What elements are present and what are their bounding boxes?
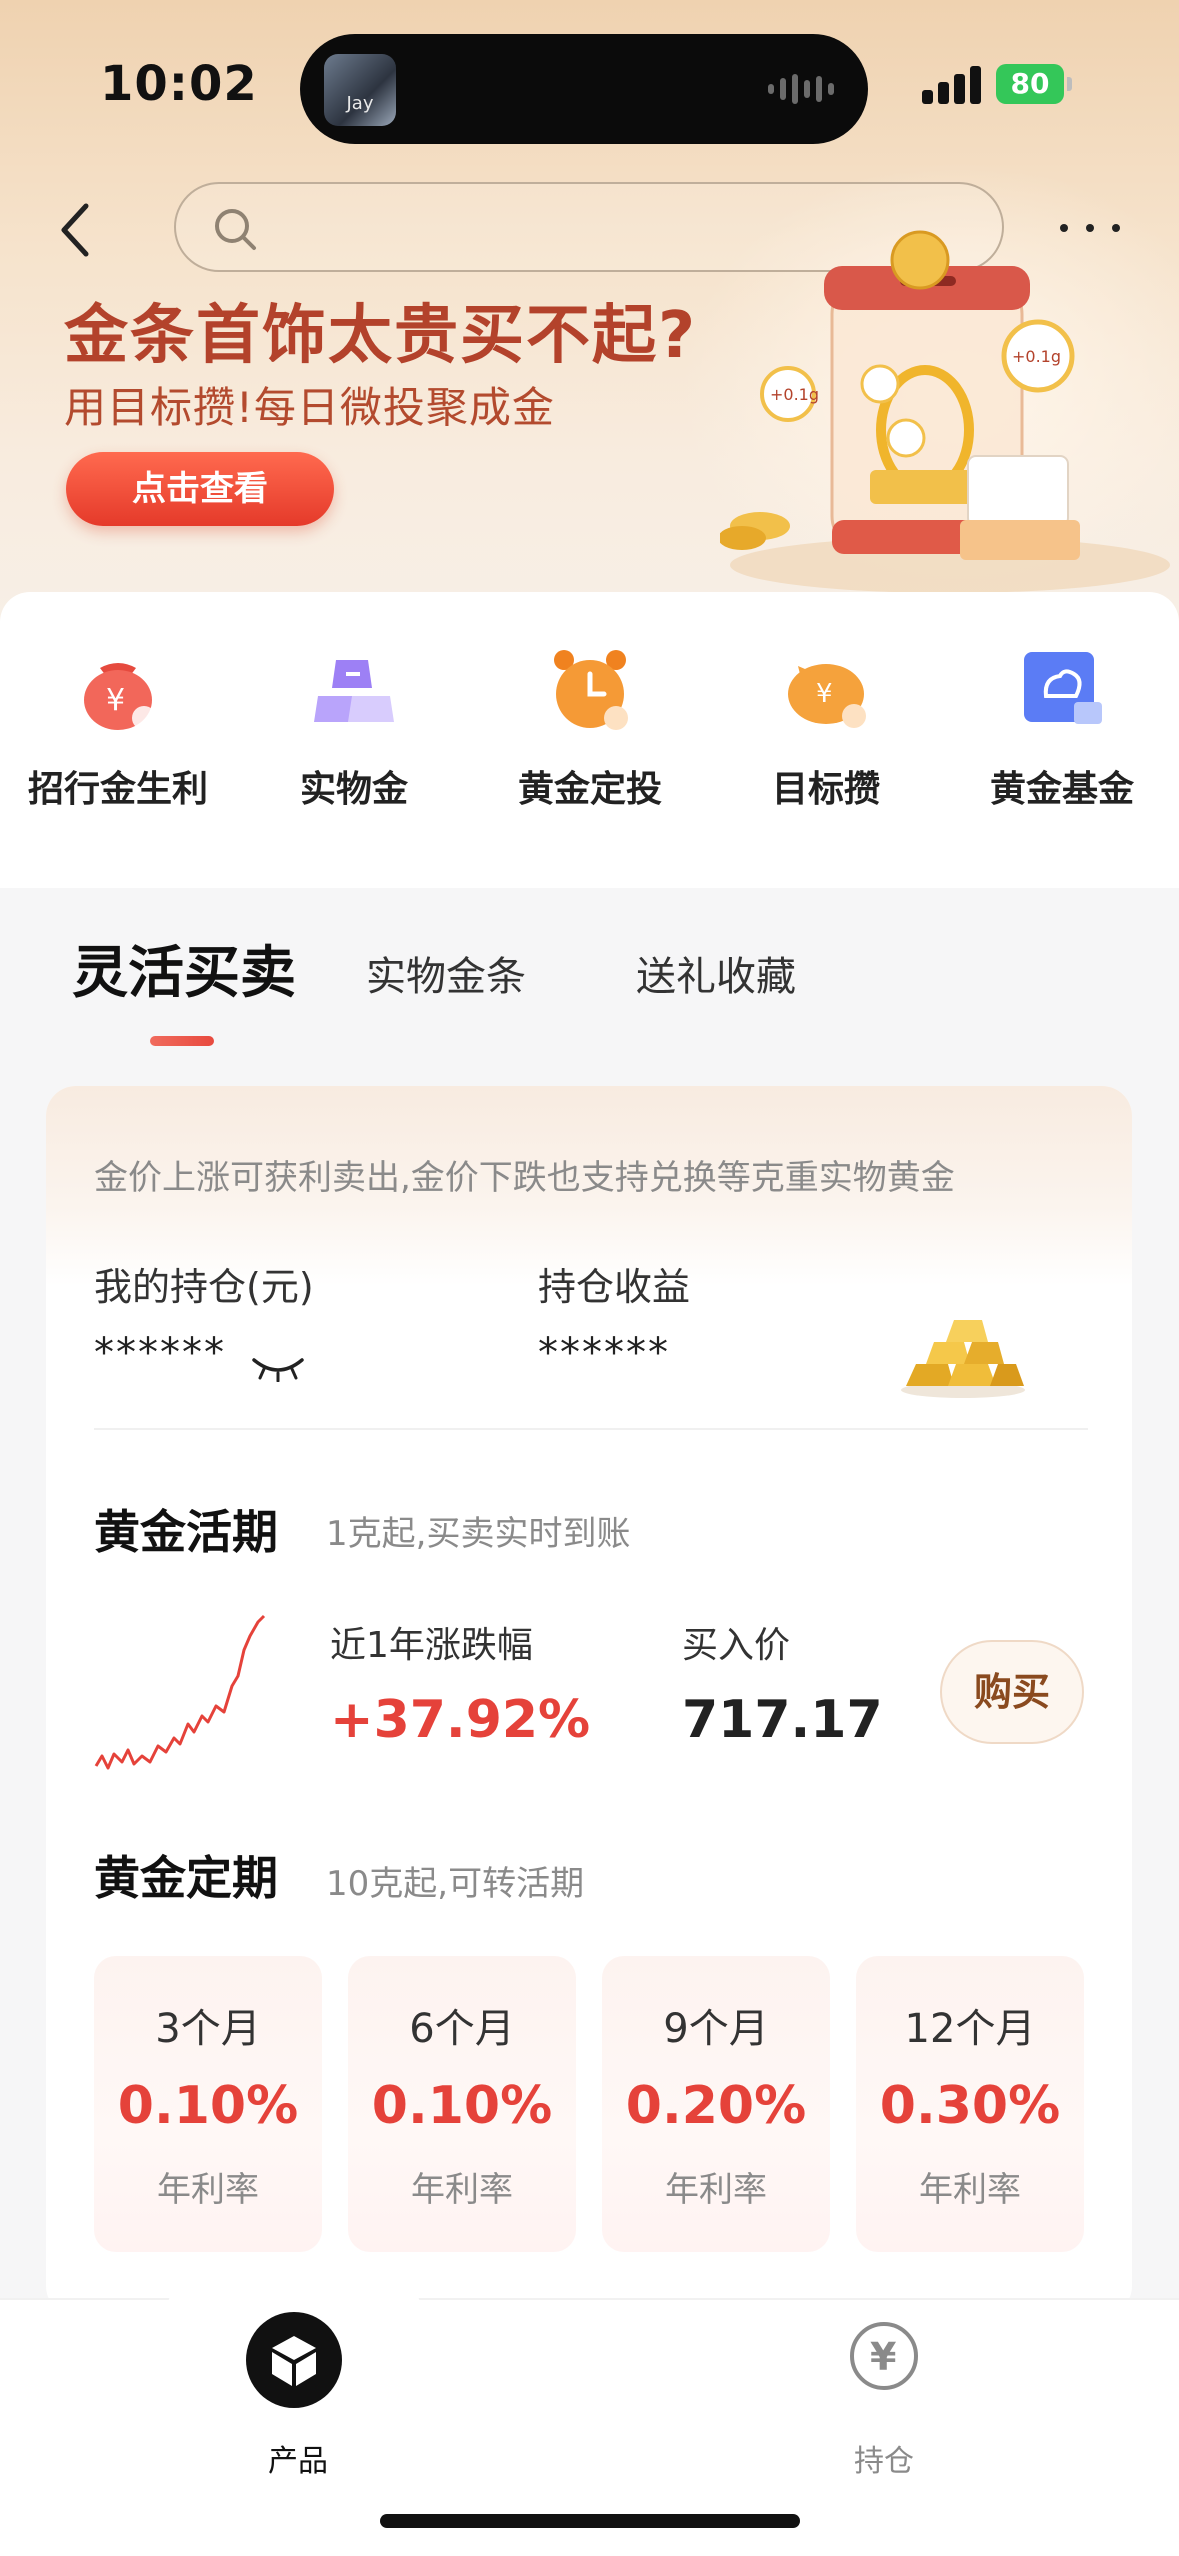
svg-text:¥: ¥: [106, 683, 125, 718]
svg-text:¥: ¥: [870, 2335, 896, 2379]
term-card-6m[interactable]: 6个月 0.10% 年利率: [348, 1956, 576, 2252]
now-playing-avatar: Jay: [324, 54, 396, 126]
category-label: 招行金生利: [27, 769, 208, 810]
badge-text: +0.1g: [770, 385, 819, 404]
category-row: ¥ 招行金生利 实物金 黄金定投 ¥ 目标攒 黄金基金: [0, 592, 1179, 888]
product-tabs: 灵活买卖 实物金条 送礼收藏: [0, 888, 1179, 1088]
home-indicator[interactable]: [380, 2514, 800, 2528]
term-rate-label: 年利率: [665, 2170, 767, 2210]
term-rate: 0.20%: [625, 2076, 807, 2136]
profit-value: ******: [538, 1330, 670, 1376]
gold-jar-illustration: +0.1g +0.1g: [720, 230, 1170, 593]
tab-physical-bars[interactable]: 实物金条: [366, 944, 526, 1002]
buy-price-value: 717.17: [682, 1690, 883, 1750]
my-position-label: 我的持仓(元): [94, 1265, 314, 1309]
status-time: 10:02: [100, 56, 258, 112]
tab-bar-label: 持仓: [854, 2444, 914, 2479]
category-label: 黄金基金: [989, 769, 1134, 810]
eye-closed-icon[interactable]: [250, 1354, 306, 1382]
tab-flexible-trade[interactable]: 灵活买卖: [72, 928, 296, 1009]
divider: [94, 1428, 1088, 1430]
search-icon: [215, 209, 256, 250]
term-card-3m[interactable]: 3个月 0.10% 年利率: [94, 1956, 322, 2252]
category-physical-gold[interactable]: 实物金: [236, 640, 472, 812]
price-trend-sparkline: [94, 1614, 266, 1770]
gold-bar-icon: [306, 640, 402, 736]
tab-gift-collection[interactable]: 送礼收藏: [636, 944, 796, 1002]
audio-wave-icon: [768, 72, 838, 106]
term-rate: 0.10%: [117, 2076, 299, 2136]
tab-bar-label: 产品: [268, 2444, 328, 2479]
gold-bars-icon: [901, 1320, 1025, 1398]
status-bar: 10:02 Jay 80: [0, 0, 1179, 170]
card-description: 金价上涨可获利卖出,金价下跌也支持兑换等克重实物黄金: [94, 1158, 955, 1198]
gold-current-subtitle: 1克起,买卖实时到账: [326, 1514, 631, 1554]
category-label: 黄金定投: [517, 769, 662, 810]
active-tab-indicator: [150, 1036, 214, 1046]
buy-button[interactable]: 购买: [940, 1640, 1084, 1744]
signal-icon: [922, 66, 982, 104]
category-label: 实物金: [299, 769, 408, 810]
yuan-circle-icon: ¥: [850, 2322, 918, 2390]
cube-icon: [246, 2312, 342, 2408]
gold-fixed-subtitle: 10克起,可转活期: [326, 1864, 585, 1904]
term-rate-label: 年利率: [919, 2170, 1021, 2210]
category-jinshengli[interactable]: ¥ 招行金生利: [0, 640, 236, 812]
category-gold-auto-invest[interactable]: 黄金定投: [472, 640, 708, 812]
piggy-bank-icon: ¥: [778, 640, 874, 736]
badge-text: +0.1g: [1012, 347, 1061, 366]
gold-current-title: 黄金活期: [94, 1505, 278, 1559]
term-rate: 0.30%: [879, 2076, 1061, 2136]
term-rate: 0.10%: [371, 2076, 553, 2136]
fund-box-icon: [1014, 640, 1110, 736]
one-year-change-label: 近1年涨跌幅: [330, 1625, 533, 1666]
term-card-9m[interactable]: 9个月 0.20% 年利率: [602, 1956, 830, 2252]
category-label: 目标攒: [771, 769, 880, 810]
dynamic-island[interactable]: Jay: [300, 34, 868, 144]
chevron-left-icon: [61, 203, 89, 257]
gold-fixed-title: 黄金定期: [94, 1851, 278, 1905]
profit-label: 持仓收益: [538, 1265, 691, 1309]
gold-product-card: 金价上涨可获利卖出,金价下跌也支持兑换等克重实物黄金 我的持仓(元) *****…: [46, 1086, 1132, 2316]
category-target-save[interactable]: ¥ 目标攒: [708, 640, 944, 812]
svg-text:¥: ¥: [816, 679, 833, 709]
promo-banner[interactable]: 10:02 Jay 80 金条首饰太贵买不起? 用目标攒!每日微投聚成金 点击查…: [0, 0, 1179, 620]
term-card-12m[interactable]: 12个月 0.30% 年利率: [856, 1956, 1084, 2252]
battery-indicator: 80: [996, 64, 1072, 104]
term-period: 9个月: [663, 2006, 769, 2052]
one-year-change-value: +37.92%: [330, 1690, 591, 1750]
banner-title: 金条首饰太贵买不起?: [64, 299, 698, 373]
money-bag-icon: ¥: [70, 640, 166, 736]
term-rate-label: 年利率: [411, 2170, 513, 2210]
term-period: 12个月: [904, 2006, 1036, 2052]
banner-cta-button[interactable]: 点击查看: [66, 452, 334, 526]
my-position-value: ******: [94, 1330, 226, 1376]
term-period: 6个月: [409, 2006, 515, 2052]
term-period: 3个月: [155, 2006, 261, 2052]
term-rate-label: 年利率: [157, 2170, 259, 2210]
buy-price-label: 买入价: [682, 1625, 791, 1666]
banner-subtitle: 用目标攒!每日微投聚成金: [64, 383, 555, 432]
category-gold-fund[interactable]: 黄金基金: [944, 640, 1179, 812]
alarm-clock-icon: [542, 640, 638, 736]
back-button[interactable]: [56, 200, 96, 260]
